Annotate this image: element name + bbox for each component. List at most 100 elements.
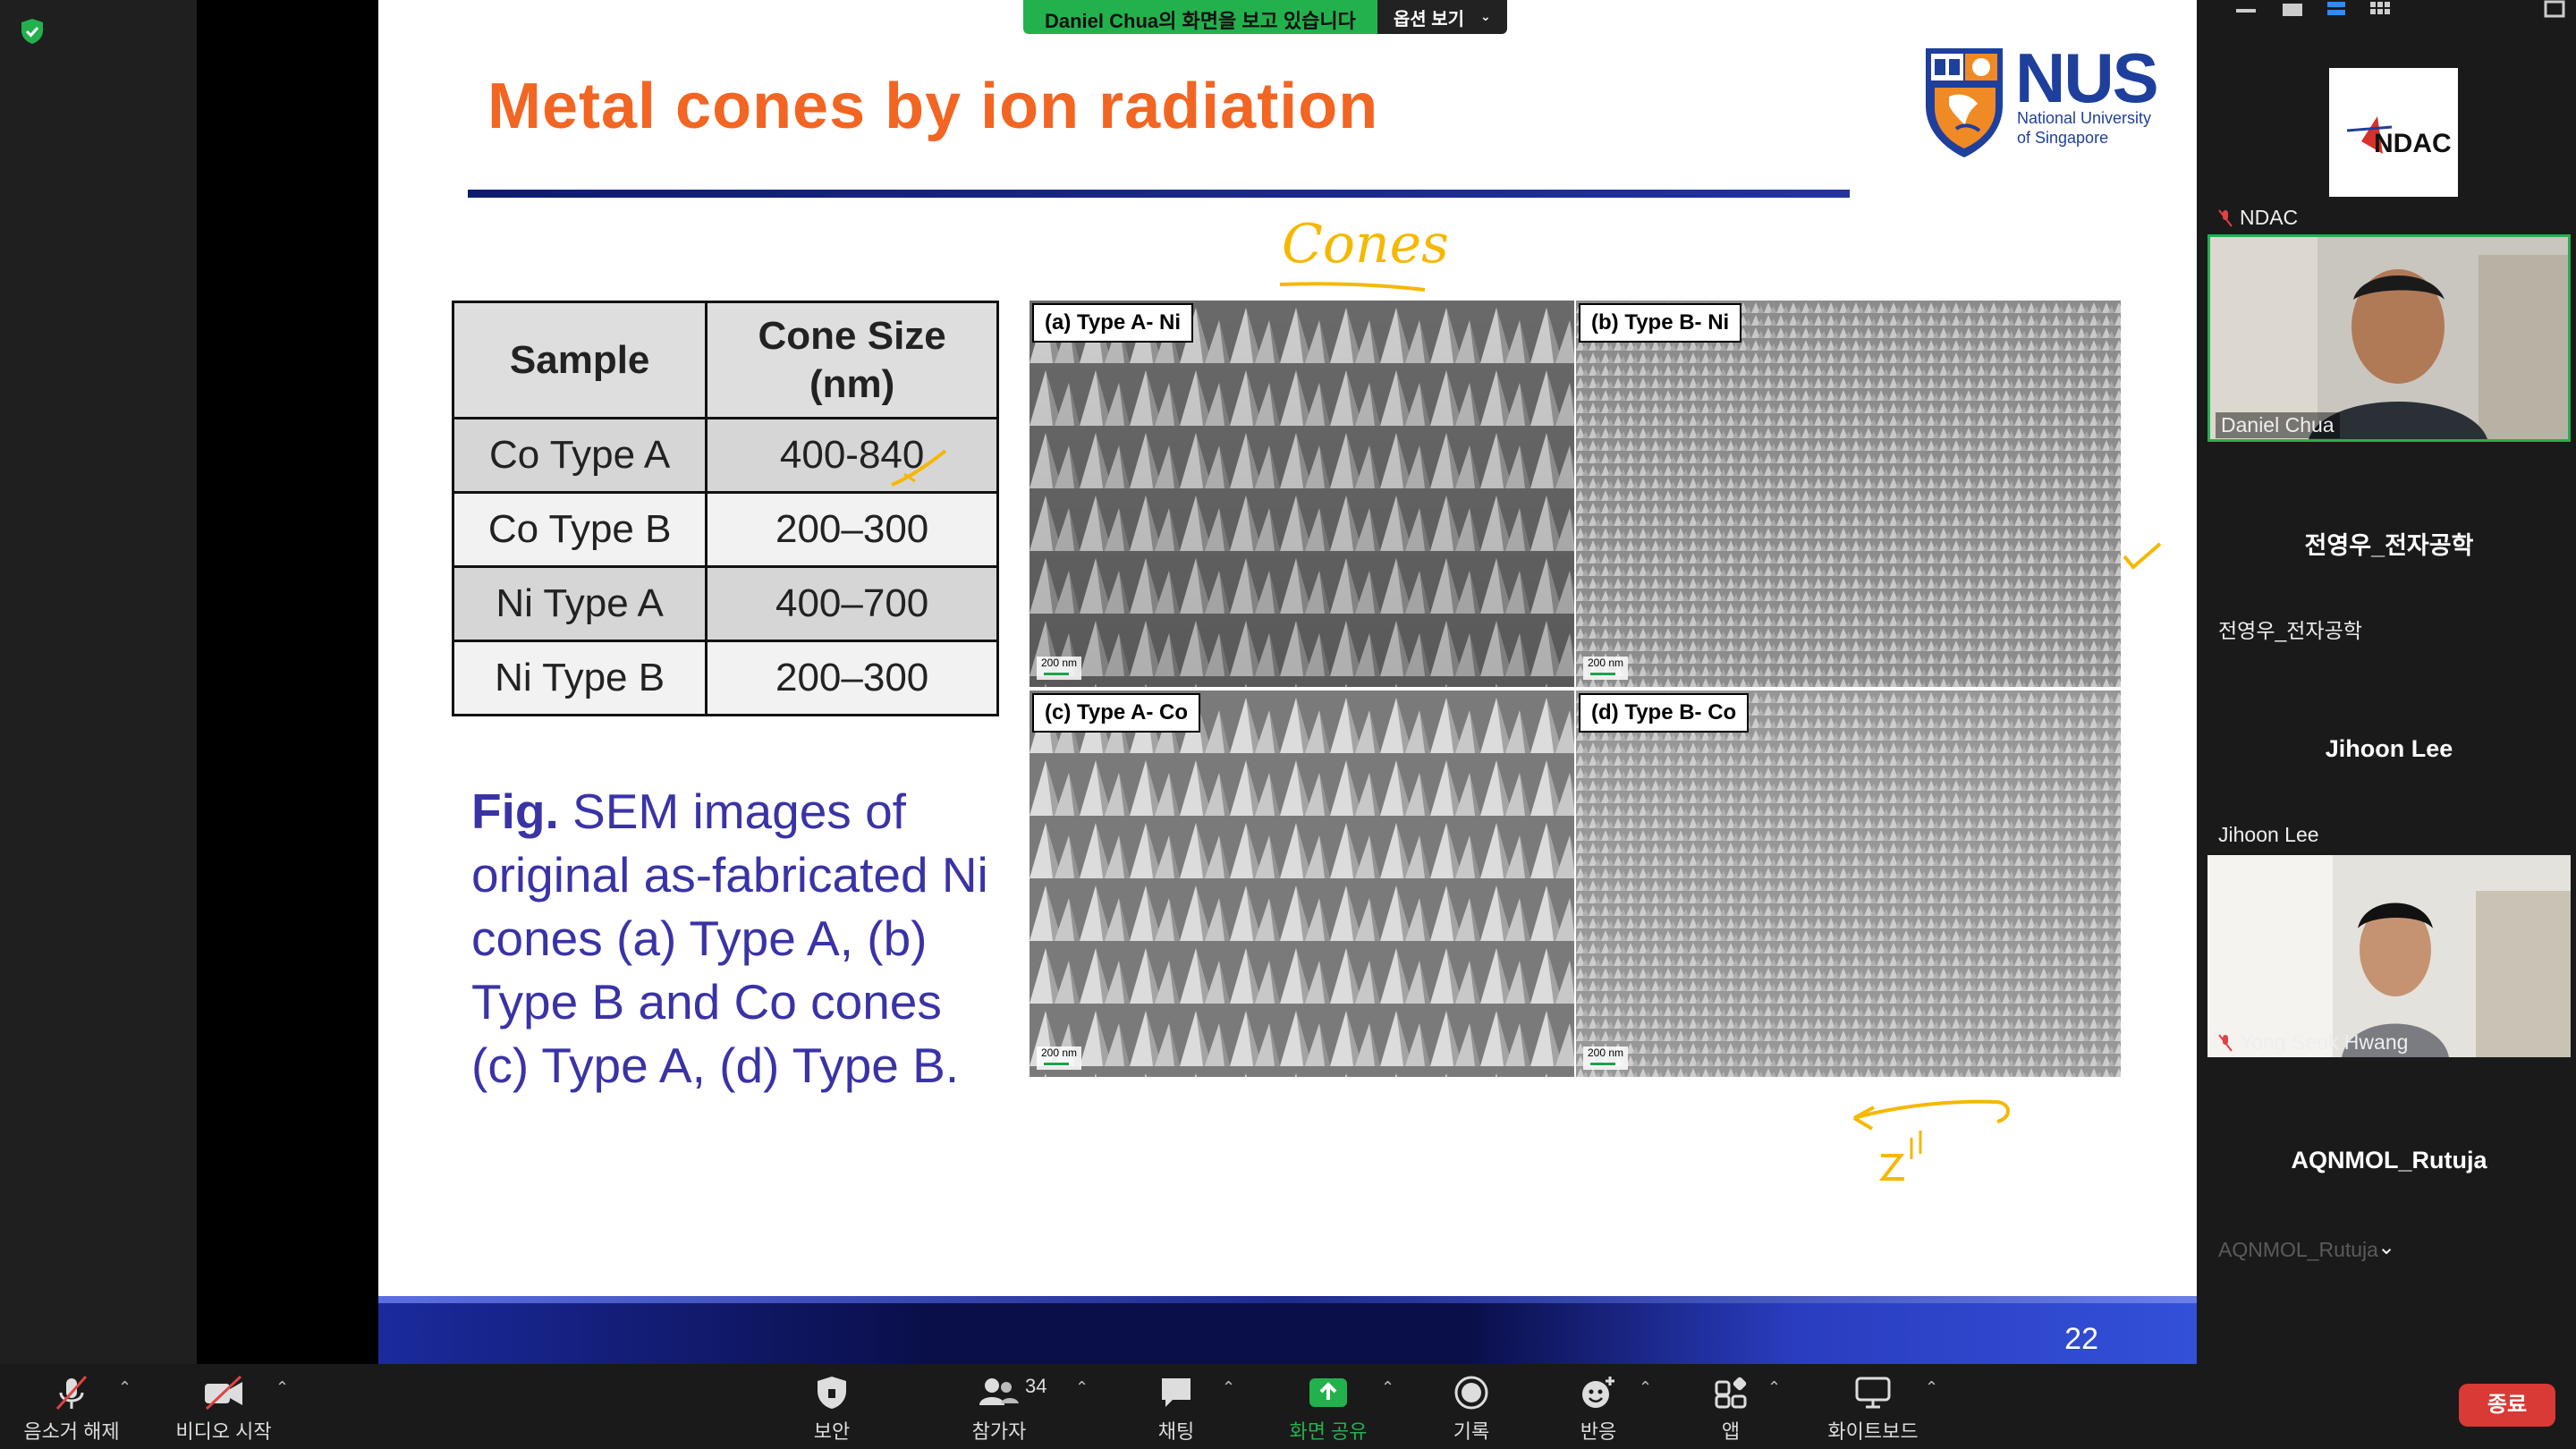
apps-icon — [1715, 1377, 1747, 1409]
annotation-check-2 — [2123, 542, 2162, 570]
view-options-button[interactable]: 옵션 보기 ⌄ — [1377, 0, 1507, 34]
caption-lead: Fig. — [471, 784, 559, 839]
share-screen-button[interactable]: 화면 공유 — [1279, 1375, 1377, 1445]
chevron-up-icon[interactable]: ⌃ — [1767, 1378, 1781, 1397]
reactions-button[interactable]: 반응 — [1558, 1375, 1639, 1445]
chevron-up-icon[interactable]: ⌃ — [275, 1378, 289, 1397]
sem-panel-c: (c) Type A- Co 200 nm — [1030, 691, 1574, 1077]
scale-text-a: 200 nm — [1040, 657, 1078, 669]
left-panel — [0, 0, 197, 1364]
reactions-label: 반응 — [1580, 1420, 1617, 1443]
table-cell-sample: Ni Type B — [451, 640, 708, 716]
chevron-up-icon[interactable]: ⌃ — [1925, 1378, 1938, 1397]
annotation-arrow — [1852, 1099, 2010, 1181]
table-row: Ni Type B 200–300 — [451, 640, 999, 716]
participant-tile-ndac[interactable]: NDAC NDAC — [2207, 25, 2571, 233]
participants-icon — [979, 1378, 1019, 1405]
share-screen-label: 화면 공유 — [1289, 1420, 1368, 1443]
figure-caption: Fig. SEM images of original as-fabricate… — [471, 780, 990, 1097]
shared-slide: Metal cones by ion radiation NUS Nationa… — [378, 0, 2197, 1364]
participant-video-yong — [2207, 855, 2571, 1057]
whiteboard-icon — [1855, 1377, 1891, 1409]
participants-button[interactable]: 참가자 34 — [950, 1375, 1048, 1445]
participant-center-name: Jihoon Lee — [2325, 735, 2453, 762]
participant-tile-daniel-chua[interactable]: Daniel Chua — [2207, 234, 2571, 442]
unmute-label: 음소거 해제 — [23, 1420, 120, 1443]
table-cell-sample: Co Type B — [451, 491, 708, 568]
sem-panel-d: (d) Type B- Co 200 nm — [1576, 691, 2121, 1077]
slide-page-number: 22 — [2064, 1322, 2098, 1356]
sem-image-c — [1030, 691, 1574, 1077]
whiteboard-button[interactable]: 화이트보드 — [1819, 1375, 1927, 1445]
participant-tile-yong-seok-hwang[interactable]: Yong Seok Hwang — [2207, 855, 2571, 1057]
sem-label-d: (d) Type B- Co — [1579, 693, 1750, 733]
apps-button[interactable]: 앱 — [1690, 1375, 1771, 1445]
start-video-label: 비디오 시작 — [175, 1420, 272, 1443]
table-cell-size: 400–700 — [705, 565, 999, 642]
participant-name: 전영우_전자공학 — [2218, 619, 2362, 642]
share-banner-message: Daniel Chua의 화면을 보고 있습니다 — [1023, 0, 1377, 34]
chevron-down-icon[interactable]: ⌄ — [2377, 1234, 2395, 1259]
record-label: 기록 — [1453, 1420, 1490, 1443]
security-label: 보안 — [813, 1420, 851, 1443]
title-underline — [468, 190, 1850, 198]
participant-name-text: Yong Seok Hwang — [2240, 1030, 2409, 1054]
svg-text:NDAC: NDAC — [2374, 129, 2452, 158]
sem-label-a: (a) Type A- Ni — [1032, 303, 1194, 343]
chevron-up-icon[interactable]: ⌃ — [1075, 1378, 1089, 1397]
muted-mic-icon — [2218, 1034, 2233, 1052]
participant-tile-jeon[interactable]: 전영우_전자공학 전영우_전자공학 — [2207, 444, 2571, 651]
table-cell-size: 200–300 — [705, 640, 999, 716]
sem-image-b — [1576, 301, 2121, 687]
table-cell-size: 400-840 — [705, 417, 999, 494]
chevron-up-icon[interactable]: ⌃ — [118, 1378, 131, 1397]
security-shield-icon — [21, 19, 43, 44]
record-icon — [1454, 1376, 1488, 1410]
participant-name-text: NDAC — [2240, 206, 2299, 229]
participant-tile-aqnmol[interactable]: AQNMOL_Rutuja AQNMOL_Rutuja ⌄ — [2207, 1061, 2571, 1275]
unmute-button[interactable]: 음소거 해제 — [18, 1375, 125, 1445]
table-row: Co Type B 200–300 — [451, 491, 999, 568]
chevron-up-icon[interactable]: ⌃ — [1381, 1378, 1394, 1397]
left-letterbox — [197, 0, 378, 1364]
speaker-view-icon — [2283, 4, 2302, 16]
participants-count: 34 — [1025, 1375, 1047, 1397]
participant-name: AQNMOL_Rutuja — [2218, 1238, 2378, 1261]
table-row: Co Type A 400-840 — [451, 417, 999, 494]
participant-tile-jihoon-lee[interactable]: Jihoon Lee Jihoon Lee — [2207, 651, 2571, 853]
security-button[interactable]: 보안 — [787, 1375, 877, 1445]
col-header-sample: Sample — [451, 301, 708, 419]
sem-panel-b: (b) Type B- Ni 200 nm — [1576, 301, 2121, 687]
screen-share-banner: Daniel Chua의 화면을 보고 있습니다 옵션 보기 ⌄ — [1023, 0, 1507, 34]
chevron-up-icon[interactable]: ⌃ — [1639, 1378, 1652, 1397]
scale-text-b: 200 nm — [1587, 657, 1624, 669]
table-cell-sample: Ni Type A — [451, 565, 708, 642]
share-screen-icon — [1309, 1378, 1347, 1407]
zoom-window: Metal cones by ion radiation NUS Nationa… — [0, 0, 2576, 1449]
record-button[interactable]: 기록 — [1431, 1375, 1512, 1445]
chat-label: 채팅 — [1157, 1420, 1195, 1443]
annotation-cones: Cones — [1273, 204, 1452, 293]
participant-video-daniel — [2210, 237, 2568, 439]
participant-name: Daniel Chua — [2216, 412, 2340, 438]
meeting-toolbar: 음소거 해제 ⌃ 비디오 시작 ⌃ 보안 참가자 34 ⌃ 채팅 ⌃ 화면 공유… — [0, 1364, 2576, 1449]
muted-mic-icon — [2218, 209, 2233, 227]
scale-text-c: 200 nm — [1040, 1046, 1078, 1059]
slide-footer-band — [378, 1296, 2197, 1364]
chat-button[interactable]: 채팅 — [1136, 1375, 1216, 1445]
scale-bar-a: 200 nm — [1037, 657, 1081, 680]
end-meeting-button[interactable]: 종료 — [2459, 1384, 2555, 1427]
chevron-up-icon[interactable]: ⌃ — [1222, 1378, 1235, 1397]
participant-name: NDAC — [2218, 206, 2298, 230]
view-options-label: 옵션 보기 — [1393, 9, 1465, 30]
table-cell-size: 200–300 — [705, 491, 999, 568]
emoji-reaction-icon — [1582, 1377, 1614, 1408]
slide-title: Metal cones by ion radiation — [487, 71, 1379, 142]
sem-label-c: (c) Type A- Co — [1032, 693, 1200, 733]
video-off-icon — [205, 1375, 242, 1411]
start-video-button[interactable]: 비디오 시작 — [170, 1375, 277, 1445]
nus-logo-text: NUS — [2015, 38, 2159, 117]
view-layout-icons[interactable] — [2215, 0, 2572, 23]
col-header-cone-size: Cone Size (nm) — [705, 301, 999, 419]
sem-image-grid: (a) Type A- Ni 200 nm (b) Type B- Ni 200 — [1030, 301, 2123, 1077]
